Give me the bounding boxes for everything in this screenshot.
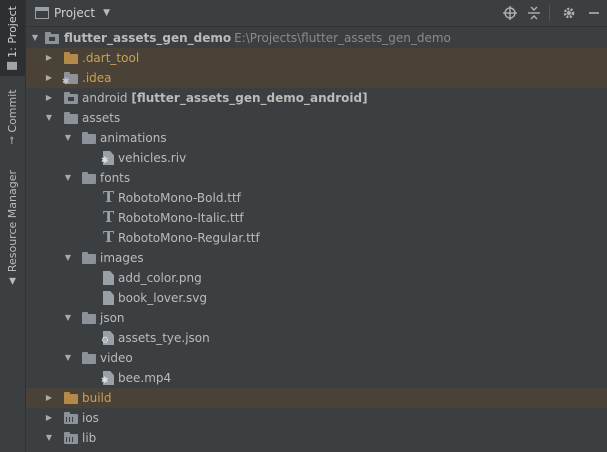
folder-icon	[82, 131, 97, 145]
folder-icon	[82, 311, 97, 325]
resource-manager-tool-label: Resource Manager	[6, 169, 19, 273]
tree-label-video: video	[100, 351, 133, 365]
tree-label-roboto-bold: RobotoMono-Bold.ttf	[118, 191, 241, 205]
source-folder-icon	[64, 431, 79, 445]
tree-row-ios[interactable]: ▶ ios	[26, 408, 607, 428]
module-folder-icon	[45, 31, 60, 45]
chevron-down-icon[interactable]: ▼	[44, 428, 54, 448]
chevron-down-icon[interactable]: ▼	[103, 8, 110, 18]
commit-icon: ⊸	[7, 136, 18, 145]
tree-row-bee-mp4[interactable]: ✱ bee.mp4	[26, 368, 607, 388]
tree-label-roboto-regular: RobotoMono-Regular.ttf	[118, 231, 260, 245]
chevron-down-icon[interactable]: ▼	[63, 128, 73, 148]
tree-label-images: images	[100, 251, 144, 265]
excluded-folder-icon	[64, 391, 79, 405]
chevron-right-icon[interactable]: ▶	[44, 88, 54, 108]
folder-icon	[82, 171, 97, 185]
tree-row-fonts[interactable]: ▼ fonts	[26, 168, 607, 188]
project-tool-button[interactable]: 1: Project	[0, 0, 25, 76]
tree-label-bee-mp4: bee.mp4	[118, 371, 172, 385]
chevron-right-icon[interactable]: ▶	[44, 68, 54, 88]
tree-label-roboto-italic: RobotoMono-Italic.ttf	[118, 211, 244, 225]
tree-row-assets-tye-json[interactable]: ⚙ assets_tye.json	[26, 328, 607, 348]
tree-label-dart-tool: .dart_tool	[82, 51, 140, 65]
locate-target-icon[interactable]	[502, 5, 518, 21]
chevron-down-icon[interactable]: ▼	[30, 28, 40, 48]
chevron-down-icon[interactable]: ▼	[63, 308, 73, 328]
project-tool-label: 1: Project	[6, 6, 19, 58]
tree-row-book-lover-svg[interactable]: book_lover.svg	[26, 288, 607, 308]
tree-label-book-lover-svg: book_lover.svg	[118, 291, 208, 305]
chevron-right-icon[interactable]: ▶	[44, 408, 54, 428]
folder-icon	[82, 351, 97, 365]
commit-tool-label: Commit	[6, 89, 19, 133]
android-module-name: [flutter_assets_gen_demo_android]	[131, 91, 368, 105]
tree-label-assets: assets	[82, 111, 121, 125]
tree-label-json: json	[100, 311, 125, 325]
tree-label-idea: .idea	[82, 71, 112, 85]
module-folder-icon	[64, 91, 79, 105]
folder-icon	[82, 251, 97, 265]
tree-row-build[interactable]: ▶ build	[26, 388, 607, 408]
root-path: E:\Projects\flutter_assets_gen_demo	[234, 31, 451, 45]
tree-row-vehicles-riv[interactable]: ✱ vehicles.riv	[26, 148, 607, 168]
tree-row-json[interactable]: ▼ json	[26, 308, 607, 328]
tree-row-animations[interactable]: ▼ animations	[26, 128, 607, 148]
tree-row-root[interactable]: ▼ flutter_assets_gen_demo E:\Projects\flu…	[26, 28, 607, 48]
chevron-right-icon[interactable]: ▶	[44, 388, 54, 408]
tree-row-roboto-bold[interactable]: T RobotoMono-Bold.ttf	[26, 188, 607, 208]
json-file-icon: ⚙	[101, 331, 117, 346]
chevron-down-icon[interactable]: ▼	[63, 348, 73, 368]
tree-row-roboto-regular[interactable]: T RobotoMono-Regular.ttf	[26, 228, 607, 248]
tree-row-android[interactable]: ▶ android [flutter_assets_gen_demo_andro…	[26, 88, 607, 108]
tree-label-assets-tye-json: assets_tye.json	[118, 331, 210, 345]
unknown-file-icon: ✱	[101, 151, 117, 166]
tree-row-idea[interactable]: ▶ ✱ .idea	[26, 68, 607, 88]
commit-tool-button[interactable]: ⊸ Commit	[0, 86, 25, 148]
tree-row-dart-tool[interactable]: ▶ .dart_tool	[26, 48, 607, 68]
tree-row-video[interactable]: ▼ video	[26, 348, 607, 368]
tree-label-vehicles-riv: vehicles.riv	[118, 151, 187, 165]
tree-row-assets[interactable]: ▼ assets	[26, 108, 607, 128]
folder-icon	[7, 61, 18, 70]
chevron-down-icon[interactable]: ▼	[44, 108, 54, 128]
project-panel-header: Project ▼	[26, 0, 607, 27]
source-folder-icon	[64, 411, 79, 425]
chevron-right-icon[interactable]: ▶	[44, 48, 54, 68]
tree-label-build: build	[82, 391, 112, 405]
chevron-down-icon[interactable]: ▼	[63, 168, 73, 188]
tree-row-images[interactable]: ▼ images	[26, 248, 607, 268]
tree-label-lib: lib	[82, 431, 97, 445]
tree-label-add-color-png: add_color.png	[118, 271, 202, 285]
config-folder-icon: ✱	[62, 71, 79, 87]
excluded-folder-icon	[64, 51, 79, 65]
image-file-icon	[102, 271, 117, 285]
chevron-down-icon[interactable]: ▼	[63, 248, 73, 268]
gear-icon[interactable]	[561, 5, 577, 21]
tree-row-add-color-png[interactable]: add_color.png	[26, 268, 607, 288]
tree-label-animations: animations	[100, 131, 167, 145]
hide-panel-icon[interactable]	[586, 5, 602, 21]
tree-row-lib[interactable]: ▼ lib	[26, 428, 607, 448]
folder-icon	[64, 111, 79, 125]
tree-label-root: flutter_assets_gen_demo	[64, 31, 232, 45]
collapse-all-icon[interactable]	[526, 5, 542, 21]
project-view-selector[interactable]: Project	[54, 6, 95, 20]
font-file-icon: T	[103, 208, 115, 226]
project-icon	[35, 7, 49, 19]
tree-label-ios: ios	[82, 411, 99, 425]
resource-manager-tool-button[interactable]: ▲ Resource Manager	[0, 170, 25, 286]
tree-label-fonts: fonts	[100, 171, 131, 185]
header-separator	[549, 5, 550, 21]
resource-manager-icon: ▲	[7, 276, 18, 287]
unknown-file-icon: ✱	[101, 371, 117, 386]
project-tree[interactable]: ▼ flutter_assets_gen_demo E:\Projects\flu…	[26, 28, 607, 448]
tree-label-android: android	[82, 91, 128, 105]
tool-window-strip: 1: Project ⊸ Commit ▲ Resource Manager	[0, 0, 26, 452]
image-file-icon	[102, 291, 117, 305]
tree-row-roboto-italic[interactable]: T RobotoMono-Italic.ttf	[26, 208, 607, 228]
font-file-icon: T	[103, 188, 115, 206]
font-file-icon: T	[103, 228, 115, 246]
